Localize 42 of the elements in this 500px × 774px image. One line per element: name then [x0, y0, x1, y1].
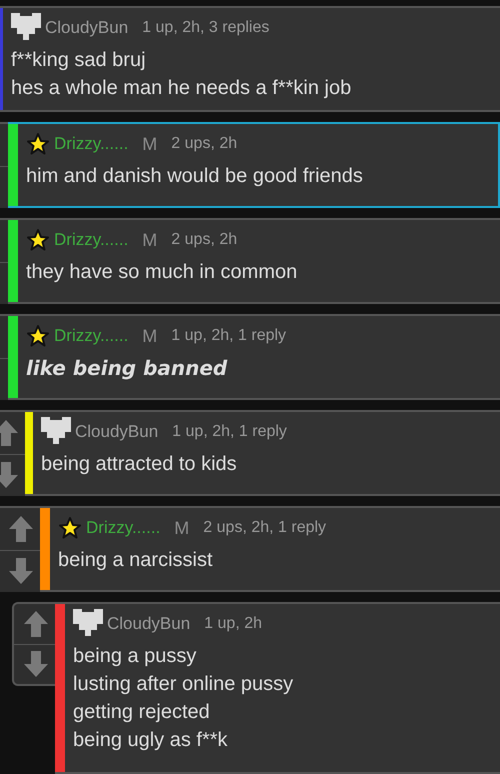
comment-meta: 2 ups, 2h, 1 reply	[203, 519, 326, 537]
star-icon	[26, 132, 50, 156]
comment-text: getting rejected	[73, 700, 211, 725]
gender-label: M	[142, 326, 158, 346]
comment-text: f**king sad bruj	[11, 48, 147, 73]
pixel-heart-icon	[73, 609, 103, 639]
comment-text: they have so much in common	[26, 260, 298, 285]
comment-meta: 2 ups, 2h	[171, 231, 238, 249]
up-arrow-icon[interactable]	[0, 418, 19, 447]
comment-text: lusting after online pussy	[73, 672, 294, 697]
pixel-heart-icon	[41, 417, 71, 447]
comment-meta: 2 ups, 2h	[171, 135, 238, 153]
comment-text: being a narcissist	[58, 548, 214, 573]
gender-label: M	[142, 230, 158, 250]
comment-meta: 1 up, 2h, 1 reply	[172, 423, 287, 441]
down-arrow-icon[interactable]	[8, 557, 34, 586]
comment-text: like being banned	[26, 355, 228, 382]
star-icon	[26, 324, 50, 348]
comment-text: him and danish would be good friends	[26, 164, 363, 189]
comment-text: being a pussy	[73, 644, 198, 669]
username[interactable]: Drizzy......	[54, 230, 128, 250]
username[interactable]: CloudyBun	[75, 422, 158, 442]
username[interactable]: Drizzy......	[54, 134, 128, 154]
pixel-heart-icon	[11, 13, 41, 43]
gender-label: M	[174, 518, 190, 538]
comment-meta: 1 up, 2h	[204, 615, 262, 633]
comment-meta: 1 up, 2h, 3 replies	[142, 19, 270, 37]
up-arrow-icon[interactable]	[8, 514, 34, 543]
down-arrow-icon[interactable]	[0, 461, 19, 490]
up-arrow-icon[interactable]	[23, 610, 49, 638]
star-icon	[26, 228, 50, 252]
comment-text: being ugly as f**k	[73, 728, 229, 753]
star-icon	[58, 516, 82, 540]
username[interactable]: CloudyBun	[107, 614, 190, 634]
comment-text: hes a whole man he needs a f**kin job	[11, 76, 352, 101]
comment-meta: 1 up, 2h, 1 reply	[171, 327, 286, 345]
gender-label: M	[142, 134, 158, 154]
comment-text: being attracted to kids	[41, 452, 238, 477]
username[interactable]: Drizzy......	[86, 518, 160, 538]
username[interactable]: CloudyBun	[45, 18, 128, 38]
username[interactable]: Drizzy......	[54, 326, 128, 346]
down-arrow-icon[interactable]	[23, 650, 49, 678]
